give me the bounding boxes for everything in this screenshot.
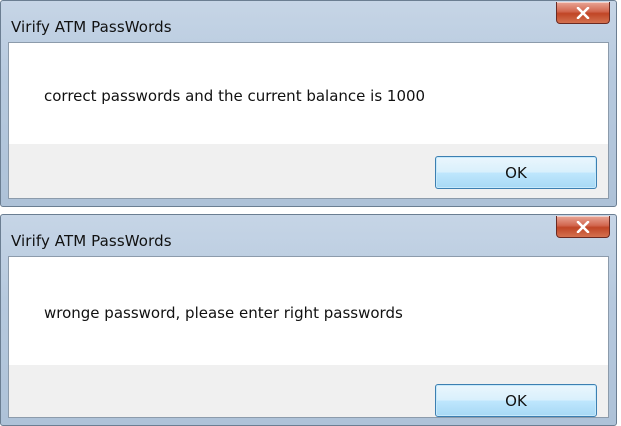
title-bar[interactable]: Virify ATM PassWords (1, 1, 616, 41)
window-title: Virify ATM PassWords (11, 232, 172, 250)
close-button[interactable] (556, 2, 610, 24)
ok-button[interactable]: OK (435, 156, 597, 189)
ok-button[interactable]: OK (435, 384, 597, 417)
message-box-error: Virify ATM PassWords wronge password, pl… (0, 214, 617, 426)
message-panel: wronge password, please enter right pass… (9, 257, 608, 365)
title-bar[interactable]: Virify ATM PassWords (1, 215, 616, 255)
message-box-success: Virify ATM PassWords correct passwords a… (0, 0, 617, 207)
message-panel: correct passwords and the current balanc… (9, 43, 608, 144)
message-text: wronge password, please enter right pass… (44, 304, 403, 322)
window-title: Virify ATM PassWords (11, 18, 172, 36)
close-icon (576, 220, 590, 233)
close-button[interactable] (556, 216, 610, 238)
message-text: correct passwords and the current balanc… (44, 87, 426, 105)
close-icon (576, 6, 590, 19)
dialog-client-area: correct passwords and the current balanc… (8, 42, 609, 199)
dialog-client-area: wronge password, please enter right pass… (8, 256, 609, 418)
button-panel: OK (9, 365, 608, 417)
button-panel: OK (9, 144, 608, 198)
screenshot-canvas: Virify ATM PassWords correct passwords a… (0, 0, 621, 426)
